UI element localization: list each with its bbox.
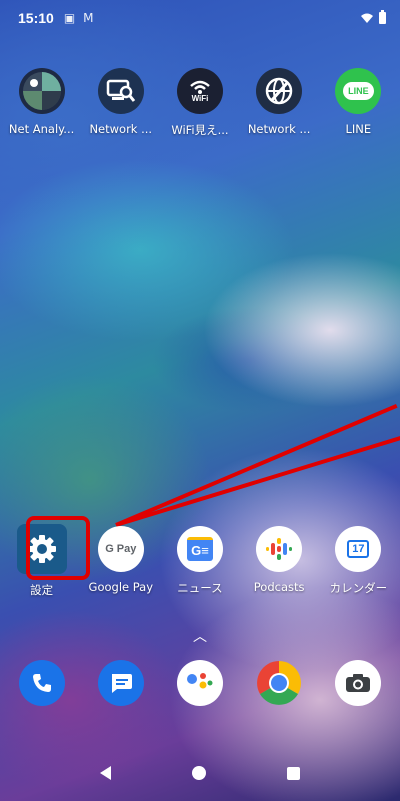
app-network-scanner[interactable]: Network ... (82, 68, 160, 138)
app-label: Net Analy... (8, 122, 75, 136)
dock (0, 660, 400, 706)
gmail-icon: M (83, 11, 94, 25)
clipboard-icon: ▣ (63, 11, 76, 25)
app-label: 設定 (30, 583, 54, 597)
app-calendar[interactable]: 17 カレンダー (319, 526, 397, 598)
app-label: カレンダー (329, 581, 388, 595)
dock-chrome[interactable] (240, 660, 318, 706)
app-label: Network ... (247, 122, 311, 136)
wifi-app-icon-text: WiFi (191, 93, 209, 103)
podcasts-icon (256, 526, 303, 572)
back-icon[interactable] (100, 766, 112, 780)
calendar-icon: 17 (335, 526, 382, 572)
battery-icon (379, 10, 386, 24)
news-icon-text: G≡ (187, 537, 213, 561)
home-row-top: Net Analy... Network ... WiFi WiFi見え... (0, 68, 400, 138)
app-label: LINE (345, 122, 372, 136)
app-net-analyzer[interactable]: Net Analy... (3, 68, 81, 138)
news-icon: G≡ (176, 526, 223, 572)
google-pay-icon-text: G Pay (105, 543, 137, 555)
google-pay-icon: G Pay (97, 526, 144, 572)
chrome-icon (256, 660, 302, 706)
recent-apps-icon[interactable] (286, 766, 300, 780)
google-assistant-icon (176, 660, 223, 706)
camera-icon (335, 660, 382, 706)
annotation-highlight-box (26, 516, 90, 580)
app-news[interactable]: G≡ ニュース (161, 526, 239, 598)
status-time: 15:10 (18, 10, 54, 26)
network-scanner-icon (97, 68, 144, 114)
line-icon: LINE (335, 68, 382, 114)
net-analyzer-icon (18, 68, 65, 114)
status-bar: 15:10 ▣ M (0, 0, 400, 36)
dock-messages[interactable] (82, 660, 160, 706)
wifi-app-icon: WiFi (176, 68, 223, 114)
dock-assistant[interactable] (161, 660, 239, 706)
navigation-bar (0, 745, 400, 801)
app-podcasts[interactable]: Podcasts (240, 526, 318, 598)
messages-icon (97, 660, 144, 706)
app-label: Google Pay (88, 580, 154, 594)
app-line[interactable]: LINE LINE (319, 68, 397, 138)
dock-phone[interactable] (3, 660, 81, 706)
app-network-tools[interactable]: Network ... (240, 68, 318, 138)
app-label: WiFi見え... (171, 123, 229, 137)
wifi-icon (361, 13, 373, 23)
app-label: Network ... (89, 122, 153, 136)
dock-camera[interactable] (319, 660, 397, 706)
swipe-up-indicator[interactable]: ︿ (0, 626, 400, 646)
line-icon-text: LINE (343, 82, 374, 100)
app-label: ニュース (177, 581, 223, 595)
app-wifi-mieru[interactable]: WiFi WiFi見え... (161, 68, 239, 138)
app-google-pay[interactable]: G Pay Google Pay (82, 526, 160, 598)
network-tools-icon (256, 68, 303, 114)
phone-icon (18, 660, 65, 706)
app-label: Podcasts (253, 580, 305, 594)
calendar-icon-text: 17 (347, 540, 370, 558)
home-icon[interactable] (191, 766, 206, 780)
